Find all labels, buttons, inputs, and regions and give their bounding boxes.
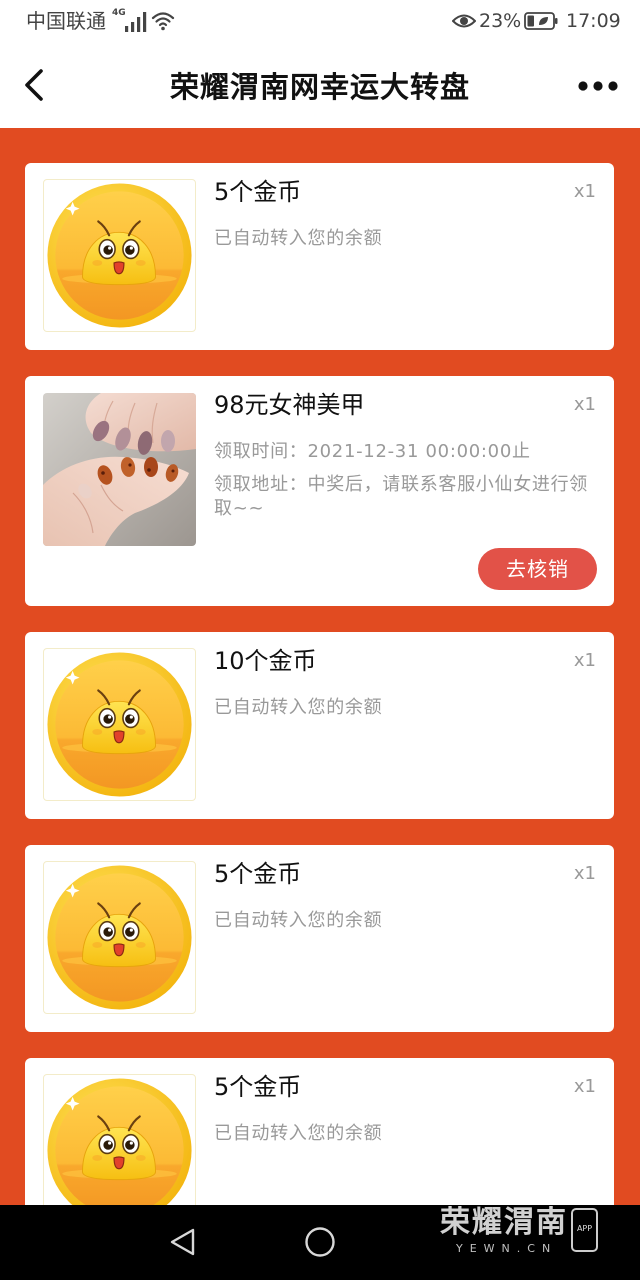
eye-comfort-icon bbox=[452, 14, 476, 28]
claim-address: 领取地址：中奖后，请联系客服小仙女进行领取~~ bbox=[214, 474, 588, 519]
system-nav-bar: 荣耀渭南 YEWN.CN APP bbox=[0, 1205, 640, 1280]
more-dots-icon bbox=[578, 81, 618, 91]
prize-card: 5个金币 已自动转入您的余额 x1 bbox=[25, 845, 614, 1032]
prize-title: 98元女神美甲 bbox=[214, 391, 365, 419]
prize-card: 98元女神美甲 领取时间：2021-12-31 00:00:00止 领取地址：中… bbox=[25, 376, 614, 606]
battery-percent: 23% bbox=[479, 10, 522, 32]
watermark-domain: YEWN.CN bbox=[456, 1242, 558, 1255]
wifi-icon bbox=[151, 12, 175, 31]
clock: 17:09 bbox=[566, 10, 621, 32]
prize-card: 5个金币 已自动转入您的余额 x1 bbox=[25, 1058, 614, 1205]
prize-quantity: x1 bbox=[573, 1076, 596, 1097]
prize-info: 5个金币 已自动转入您的余额 bbox=[214, 1071, 597, 1146]
prize-card: 10个金币 已自动转入您的余额 x1 bbox=[25, 632, 614, 819]
gold-coin-icon bbox=[43, 648, 196, 801]
nail-photo bbox=[43, 393, 196, 546]
nav-back-button[interactable] bbox=[163, 1222, 203, 1262]
prize-title: 5个金币 bbox=[214, 178, 302, 206]
more-button[interactable] bbox=[574, 70, 622, 102]
redeem-button[interactable]: 去核销 bbox=[478, 548, 597, 590]
prize-note: 已自动转入您的余额 bbox=[214, 228, 383, 249]
claim-time: 领取时间：2021-12-31 00:00:00止 bbox=[214, 441, 531, 462]
prize-note: 已自动转入您的余额 bbox=[214, 910, 383, 931]
app-header: 荣耀渭南网幸运大转盘 bbox=[0, 40, 640, 128]
prize-note: 已自动转入您的余额 bbox=[214, 1123, 383, 1144]
back-triangle-icon bbox=[170, 1228, 195, 1256]
app-badge-label: APP bbox=[576, 1224, 593, 1233]
status-bar: 中国联通 4G 23% 17:09 bbox=[0, 0, 640, 40]
signal-icon bbox=[125, 12, 147, 32]
prize-info: 98元女神美甲 领取时间：2021-12-31 00:00:00止 领取地址：中… bbox=[214, 389, 597, 521]
network-type: 4G bbox=[112, 8, 126, 18]
prize-list: 5个金币 已自动转入您的余额 x1 98元女神美甲 领取时间：2021-12-3… bbox=[0, 128, 640, 1205]
prize-quantity: x1 bbox=[573, 863, 596, 884]
prize-title: 5个金币 bbox=[214, 1073, 302, 1101]
watermark-brand: 荣耀渭南 bbox=[440, 1205, 568, 1240]
app-badge-icon: APP bbox=[571, 1208, 598, 1252]
nav-home-button[interactable] bbox=[300, 1222, 340, 1262]
carrier-name: 中国联通 bbox=[26, 9, 106, 33]
prize-info: 5个金币 已自动转入您的余额 bbox=[214, 858, 597, 933]
prize-quantity: x1 bbox=[573, 181, 596, 202]
prize-title: 5个金币 bbox=[214, 860, 302, 888]
prize-note: 已自动转入您的余额 bbox=[214, 697, 383, 718]
home-circle-icon bbox=[305, 1227, 335, 1257]
page-title: 荣耀渭南网幸运大转盘 bbox=[169, 70, 470, 104]
gold-coin-icon bbox=[43, 1074, 196, 1205]
prize-title: 10个金币 bbox=[214, 647, 317, 675]
prize-quantity: x1 bbox=[573, 650, 596, 671]
prize-quantity: x1 bbox=[573, 394, 596, 415]
prize-info: 5个金币 已自动转入您的余额 bbox=[214, 176, 597, 251]
battery-icon bbox=[524, 12, 558, 30]
gold-coin-icon bbox=[43, 861, 196, 1014]
prize-info: 10个金币 已自动转入您的余额 bbox=[214, 645, 597, 720]
prize-card: 5个金币 已自动转入您的余额 x1 bbox=[25, 163, 614, 350]
gold-coin-icon bbox=[43, 179, 196, 332]
